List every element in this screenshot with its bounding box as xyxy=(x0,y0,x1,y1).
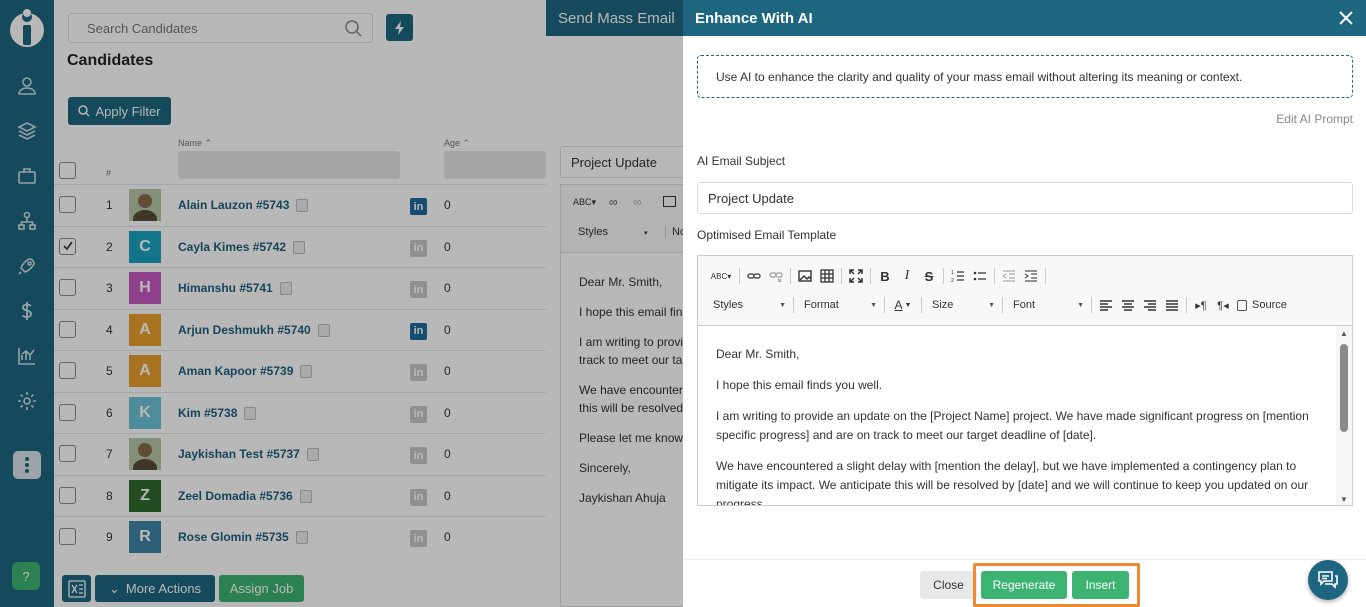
size-dropdown[interactable]: Size ▼ xyxy=(925,299,999,311)
font-dropdown[interactable]: Font ▼ xyxy=(1006,299,1088,311)
optimised-email-editor: ABC▾ B I S 12 Styles ▼ Format ▼ A ▼ Size… xyxy=(697,255,1353,506)
optimised-email-body[interactable]: Dear Mr. Smith, I hope this email finds y… xyxy=(698,326,1338,506)
source-button[interactable]: Source xyxy=(1234,294,1290,316)
rtl-direction-icon[interactable]: ¶◂ xyxy=(1212,294,1234,316)
ai-email-subject-label: AI Email Subject xyxy=(697,154,786,168)
editor-scrollbar[interactable]: ▲ ▼ xyxy=(1336,326,1352,505)
chat-icon[interactable] xyxy=(1308,560,1348,600)
close-button[interactable]: Close xyxy=(920,571,977,599)
ltr-direction-icon[interactable]: ▸¶ xyxy=(1190,294,1212,316)
enhance-ai-drawer: Enhance With AI Use AI to enhance the cl… xyxy=(683,0,1366,607)
text-color-icon[interactable]: A ▼ xyxy=(888,294,918,316)
insert-button[interactable]: Insert xyxy=(1072,571,1129,599)
source-icon xyxy=(1237,299,1247,311)
drawer-header: Enhance With AI xyxy=(683,0,1366,36)
modal-overlay xyxy=(0,0,683,607)
email-paragraph: Dear Mr. Smith, xyxy=(716,347,800,361)
strikethrough-button[interactable]: S xyxy=(918,265,940,287)
bulleted-list-icon[interactable] xyxy=(969,265,991,287)
svg-text:2: 2 xyxy=(951,278,954,283)
numbered-list-icon[interactable]: 12 xyxy=(947,265,969,287)
align-left-icon[interactable] xyxy=(1095,294,1117,316)
spellcheck-icon[interactable]: ABC▾ xyxy=(706,265,736,287)
unlink-icon[interactable] xyxy=(765,265,787,287)
outdent-icon[interactable] xyxy=(998,265,1020,287)
italic-button[interactable]: I xyxy=(896,265,918,287)
scrollbar-thumb[interactable] xyxy=(1340,344,1348,432)
email-paragraph: I hope this email finds you well. xyxy=(716,378,883,392)
optimised-template-label: Optimised Email Template xyxy=(697,228,837,242)
maximize-icon[interactable] xyxy=(845,265,867,287)
scroll-down-icon[interactable]: ▼ xyxy=(1340,495,1348,504)
drawer-footer: Close Regenerate Insert xyxy=(683,559,1366,607)
styles-dropdown[interactable]: Styles ▼ xyxy=(706,299,790,311)
email-paragraph: We have encountered a slight delay with … xyxy=(716,459,1309,506)
svg-text:1: 1 xyxy=(951,270,954,276)
indent-icon[interactable] xyxy=(1020,265,1042,287)
regenerate-button[interactable]: Regenerate xyxy=(981,571,1067,599)
ai-email-subject-input[interactable] xyxy=(697,182,1353,214)
drawer-title: Enhance With AI xyxy=(695,10,813,27)
bold-button[interactable]: B xyxy=(874,265,896,287)
align-right-icon[interactable] xyxy=(1139,294,1161,316)
table-icon[interactable] xyxy=(816,265,838,287)
editor-toolbar: ABC▾ B I S 12 Styles ▼ Format ▼ A ▼ Size… xyxy=(698,256,1352,326)
align-justify-icon[interactable] xyxy=(1161,294,1183,316)
format-dropdown[interactable]: Format ▼ xyxy=(797,299,881,311)
link-icon[interactable] xyxy=(743,265,765,287)
email-paragraph: I am writing to provide an update on the… xyxy=(716,409,1309,442)
align-center-icon[interactable] xyxy=(1117,294,1139,316)
edit-ai-prompt-link[interactable]: Edit AI Prompt xyxy=(1276,112,1353,126)
image-icon[interactable] xyxy=(794,265,816,287)
close-icon[interactable] xyxy=(1338,10,1354,26)
ai-info-box: Use AI to enhance the clarity and qualit… xyxy=(697,55,1353,98)
scroll-up-icon[interactable]: ▲ xyxy=(1340,329,1348,338)
